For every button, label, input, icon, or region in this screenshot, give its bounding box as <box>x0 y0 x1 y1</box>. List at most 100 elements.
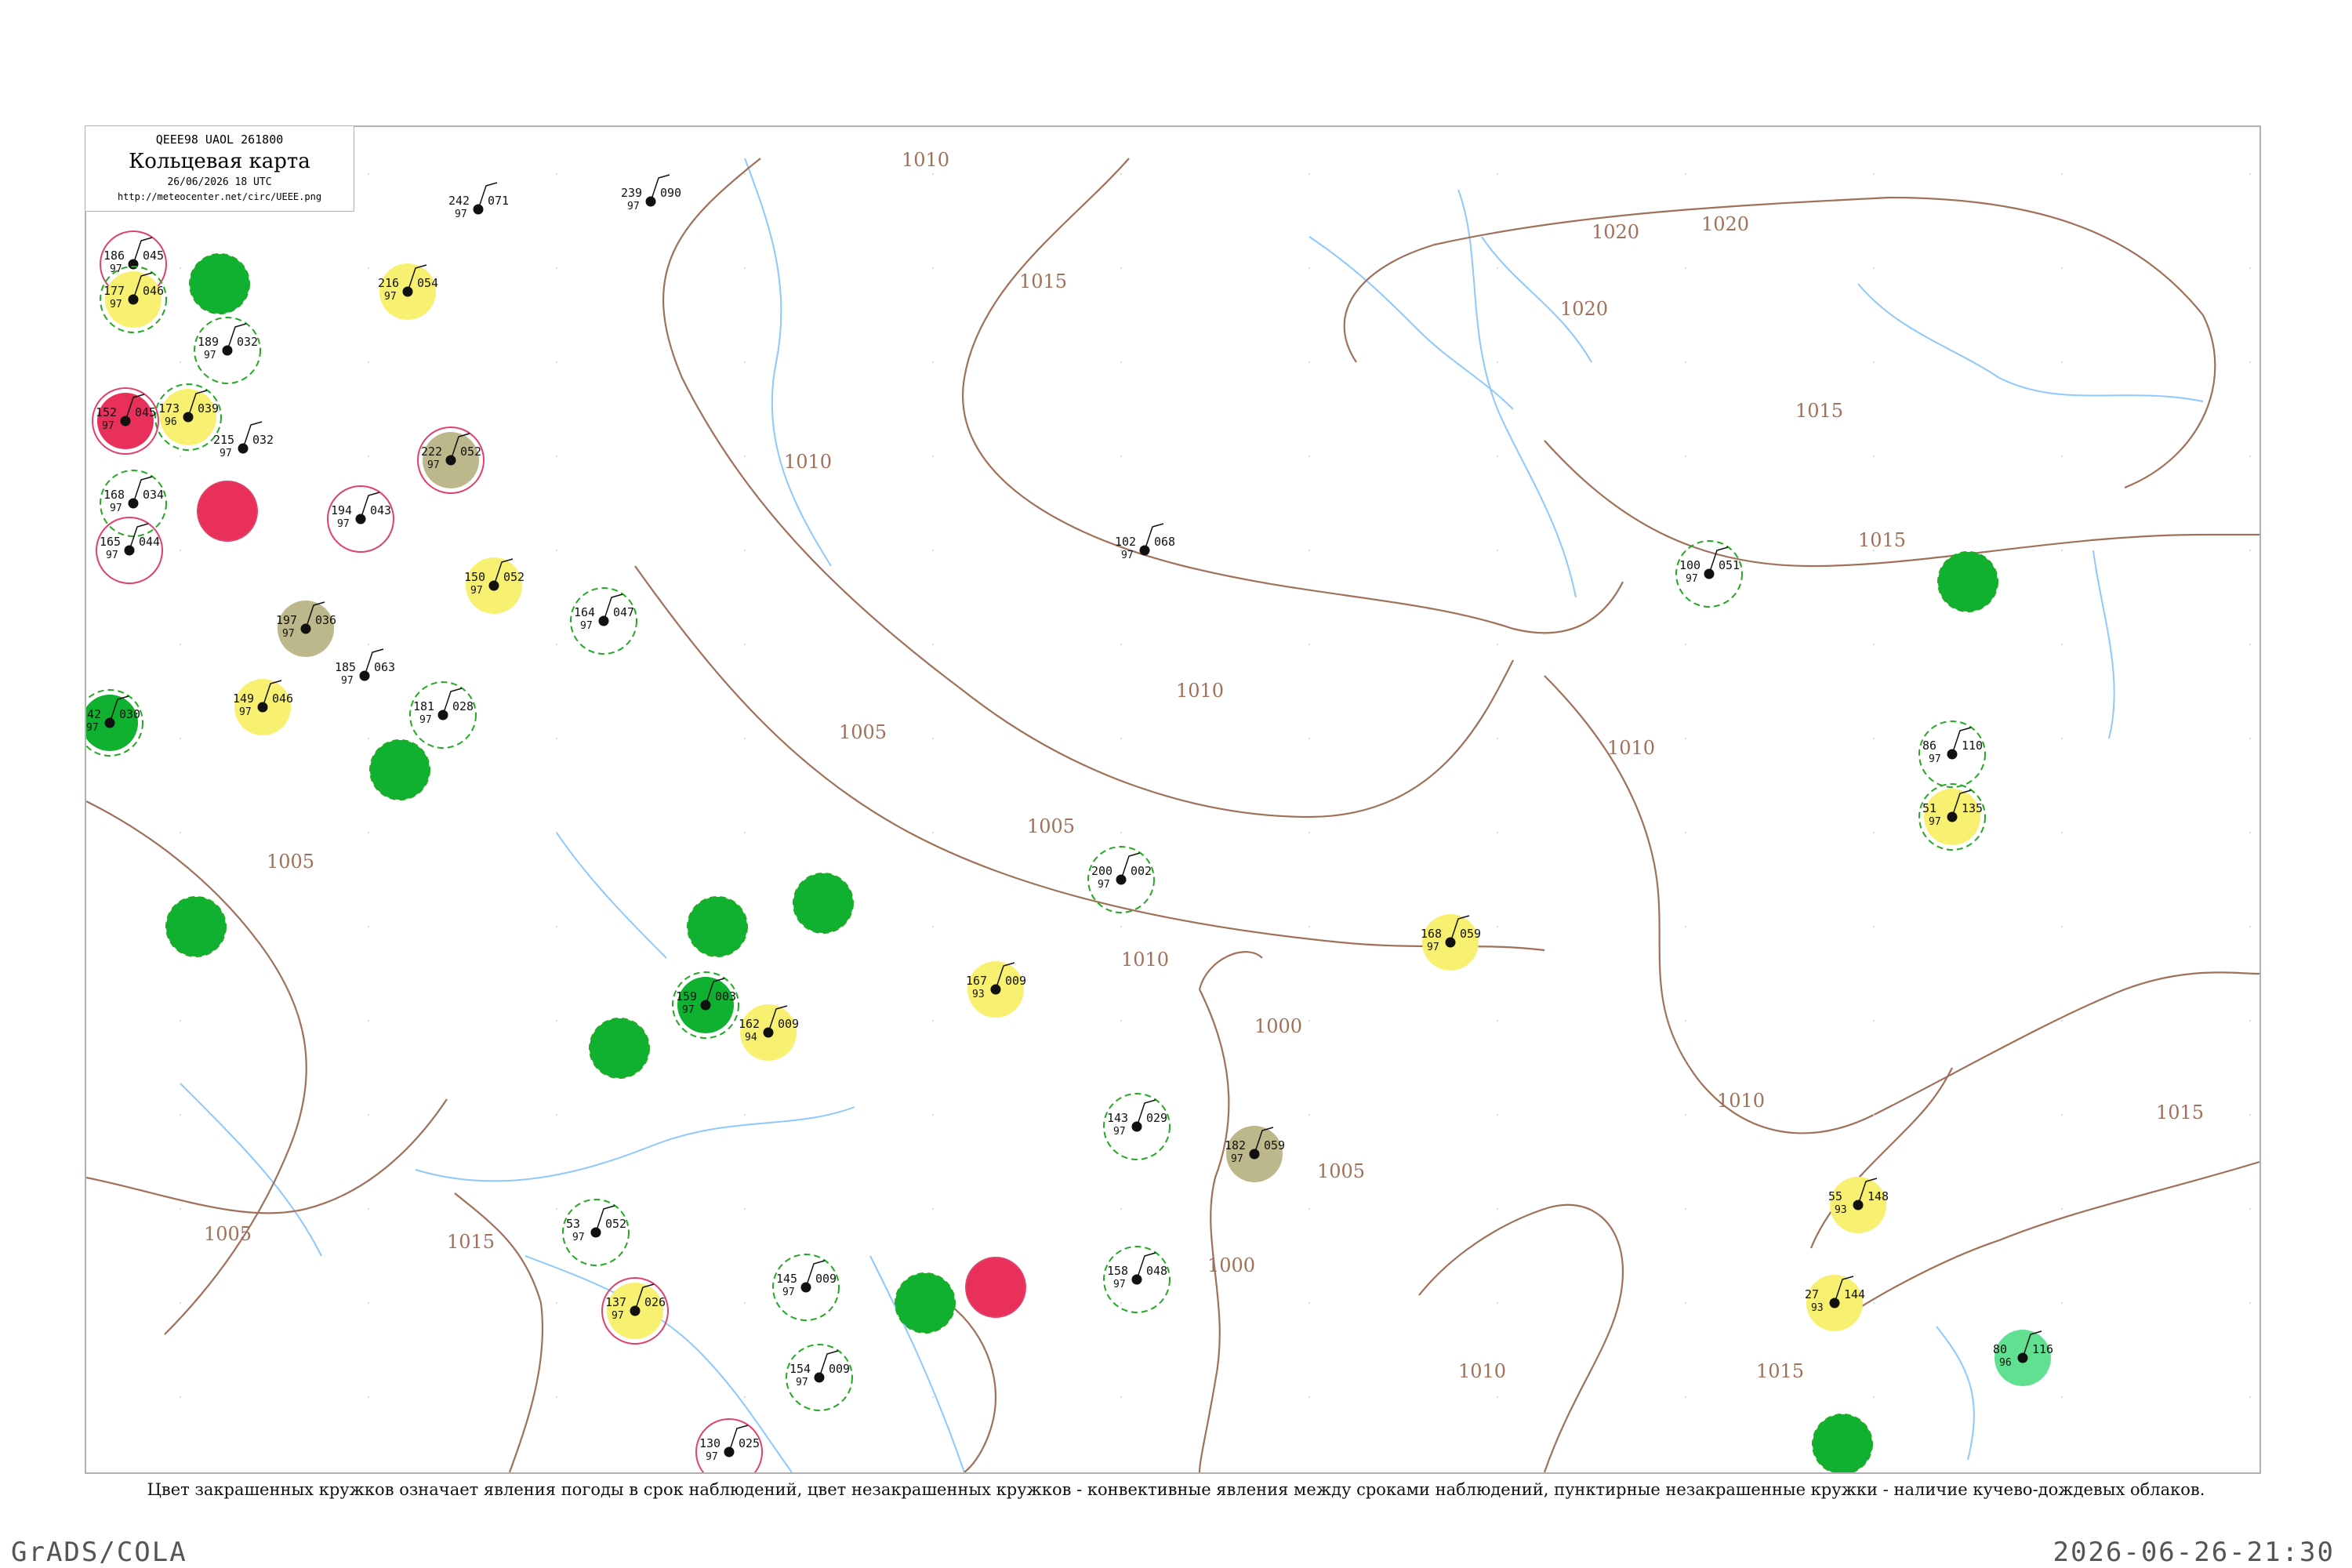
station-temperature: 167 <box>966 974 987 988</box>
station-plot[interactable]: 16897 059 <box>1421 914 1481 971</box>
grid-dot <box>744 173 746 175</box>
station-plot[interactable]: 24297 071 <box>448 182 509 220</box>
isobar-1005-west <box>86 800 307 1335</box>
grid-dot <box>556 926 557 927</box>
station-plot[interactable]: 22297 052 <box>417 426 485 494</box>
isobar-label: 1010 <box>1717 1090 1765 1112</box>
station-plot[interactable]: 21597 032 <box>213 421 274 459</box>
grid-dot <box>2249 173 2251 175</box>
station-plot[interactable]: 5197 135 <box>1918 783 1986 851</box>
river <box>1936 1326 1975 1461</box>
grid-dot <box>180 550 181 551</box>
station-plot[interactable]: 23997 090 <box>621 174 681 212</box>
station-plot[interactable]: 20097 002 <box>1087 846 1155 913</box>
station-plot[interactable]: 17396 039 <box>154 383 222 451</box>
grid-dot <box>1873 832 1875 833</box>
station-plot[interactable]: 2793 144 <box>1805 1275 1865 1331</box>
station-plot[interactable]: 18297 059 <box>1225 1126 1285 1182</box>
grid-dot <box>556 361 557 363</box>
station-plot[interactable]: 15097 052 <box>464 557 524 614</box>
station-plot[interactable]: 19497 043 <box>327 485 394 553</box>
isobar-label: 1005 <box>839 721 887 743</box>
isobar-label: 1015 <box>1756 1360 1804 1382</box>
isobar-coast <box>1809 1067 1953 1249</box>
isobar-1015 <box>962 158 1624 634</box>
station-pressure: 068 <box>1154 535 1175 549</box>
grid-dot <box>1685 1114 1686 1116</box>
grid-dot <box>1497 926 1498 927</box>
grid-dot <box>2249 456 2251 457</box>
grid-dot <box>1308 173 1310 175</box>
grid-dot <box>1120 1302 1122 1304</box>
station-plot[interactable]: 14597 009 <box>772 1254 840 1321</box>
isobar-1015-se <box>1842 1160 2259 1319</box>
station-plot[interactable]: 13797 026 <box>601 1277 669 1345</box>
station-plot[interactable]: 15997 003 <box>672 971 739 1039</box>
station-pressure: 029 <box>1146 1111 1167 1125</box>
grid-dot <box>932 173 934 175</box>
grid-dot <box>1873 361 1875 363</box>
grid-dot <box>1120 738 1122 739</box>
station-plot[interactable]: 18197 028 <box>409 681 477 749</box>
grid-dot <box>368 738 369 739</box>
station-plot[interactable]: 15897 048 <box>1103 1246 1171 1313</box>
station-plot[interactable]: 16793 009 <box>966 961 1026 1018</box>
station-plot[interactable]: 14997 046 <box>233 679 293 735</box>
station-pressure: 148 <box>1867 1189 1889 1203</box>
station-plot[interactable]: 18597 063 <box>335 648 395 687</box>
rivers-layer <box>180 158 2204 1472</box>
river <box>1857 283 2204 402</box>
grid-dot <box>368 361 369 363</box>
station-plot[interactable]: 21697 054 <box>378 263 438 320</box>
station-dewpoint: 93 <box>1811 1302 1824 1314</box>
isobar-label: 1010 <box>1121 949 1169 971</box>
station-temperature: 186 <box>103 249 125 263</box>
station-temperature: 182 <box>1225 1138 1246 1152</box>
grid-dot <box>556 1020 557 1022</box>
station-temperature: 130 <box>699 1436 720 1450</box>
station-plot[interactable]: 15297 045 <box>92 387 159 455</box>
station-plot[interactable]: 15497 009 <box>786 1344 853 1411</box>
isobar-label: 1015 <box>1795 400 1843 422</box>
grid-dot <box>1497 456 1498 457</box>
station-dewpoint: 97 <box>1231 1153 1243 1165</box>
grid-dot <box>1873 644 1875 645</box>
station-plot[interactable]: 5397 052 <box>562 1199 630 1266</box>
grid-dot <box>556 1302 557 1304</box>
station-temperature: 154 <box>789 1362 811 1376</box>
grid-dot <box>2249 738 2251 739</box>
station-plot[interactable]: 16897 034 <box>100 470 167 537</box>
station-pressure: 030 <box>119 707 140 721</box>
synoptic-map: 1010 1015 1020 1020 1020 1015 1010 1015 1010 1005… <box>85 125 2261 1474</box>
station-dewpoint: 97 <box>572 1232 585 1243</box>
grid-dot <box>744 361 746 363</box>
station-plot[interactable]: 14297 030 <box>86 689 143 757</box>
station-plot[interactable]: 16497 047 <box>570 587 637 655</box>
grid-dot <box>1120 644 1122 645</box>
station-temperature: 100 <box>1679 558 1700 572</box>
grid-dot <box>1120 456 1122 457</box>
map-url[interactable]: http://meteocenter.net/circ/UEEE.png <box>85 191 354 202</box>
map-date: 26/06/2026 18 UTC <box>167 176 272 188</box>
station-plot[interactable]: 16597 044 <box>96 517 163 584</box>
station-plot[interactable]: 5593 148 <box>1828 1177 1889 1233</box>
station-plot[interactable]: 8096 116 <box>1993 1330 2053 1386</box>
grid-dot <box>2061 832 2063 833</box>
station-pressure: 036 <box>315 613 336 627</box>
station-plot[interactable]: 19797 036 <box>276 601 336 657</box>
grid-dot <box>556 267 557 269</box>
map-title-box: QEEE98 UAOL 261800 Кольцевая карта 26/06… <box>85 125 354 212</box>
station-plot[interactable]: 18997 032 <box>194 317 261 384</box>
station-plot[interactable]: 8697 110 <box>1918 720 1986 788</box>
isobar-label: 1020 <box>1560 298 1608 320</box>
station-pressure: 044 <box>139 535 160 549</box>
station-temperature: 181 <box>413 699 434 713</box>
grid-dot <box>1497 1020 1498 1022</box>
station-plot[interactable]: 16294 009 <box>739 1004 799 1061</box>
station-plot[interactable]: 14397 029 <box>1103 1093 1171 1160</box>
station-plot[interactable]: 13097 025 <box>695 1418 763 1472</box>
grid-dot <box>1308 644 1310 645</box>
station-dewpoint: 97 <box>427 459 440 471</box>
grid-dot <box>744 738 746 739</box>
station-plot[interactable]: 17797046 <box>100 266 167 333</box>
